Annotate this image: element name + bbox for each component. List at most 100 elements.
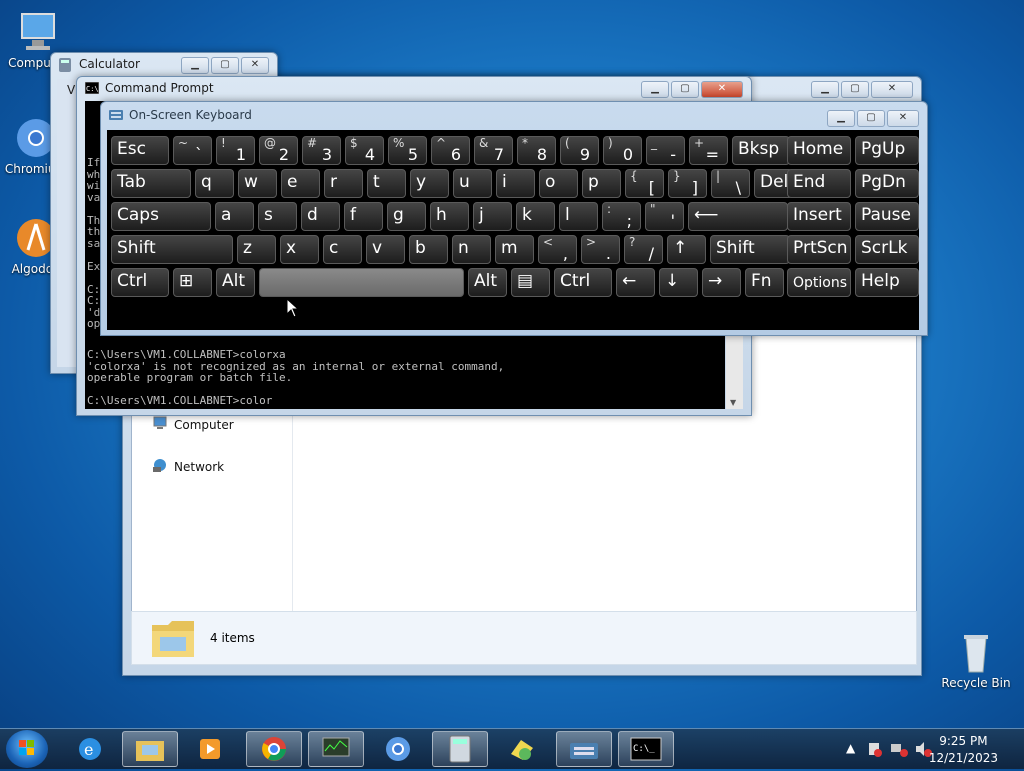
scroll-down-icon[interactable]: ▼ <box>730 398 736 407</box>
key-g[interactable]: g <box>387 202 426 231</box>
key-shift[interactable]: Shift <box>710 235 790 264</box>
key-2[interactable]: @2 <box>259 136 298 165</box>
key-pgup[interactable]: PgUp <box>855 136 919 165</box>
taskbar-media-player[interactable] <box>182 731 238 767</box>
key-p[interactable]: p <box>582 169 621 198</box>
taskbar-task-manager[interactable] <box>308 731 364 767</box>
taskbar-chromium[interactable] <box>370 731 426 767</box>
show-hidden-icons-button[interactable]: ▲ <box>846 741 855 755</box>
key-ctrl[interactable]: Ctrl <box>554 268 612 297</box>
close-button[interactable]: ✕ <box>701 81 743 98</box>
key-end[interactable]: End <box>787 169 851 198</box>
key-h[interactable]: h <box>430 202 469 231</box>
key-symbol[interactable]: ⟵ <box>688 202 788 231</box>
key-6[interactable]: ^ 6 <box>431 136 470 165</box>
on-screen-keyboard-window[interactable]: On-Screen Keyboard ▁ ▢ ✕ Esc ~ `! 1 @2 #3 $4% 5… <box>100 101 928 336</box>
key-space[interactable] <box>259 268 464 297</box>
key-a[interactable]: a <box>215 202 254 231</box>
key-f[interactable]: f <box>344 202 383 231</box>
taskbar-internet-explorer[interactable]: e <box>62 731 118 767</box>
taskbar-sync-center[interactable] <box>494 731 550 767</box>
start-button[interactable] <box>6 730 48 768</box>
key-symbol[interactable]: ~ ` <box>173 136 212 165</box>
nav-item-computer[interactable]: Computer <box>152 416 234 433</box>
key-w[interactable]: w <box>238 169 277 198</box>
key-1[interactable]: ! 1 <box>216 136 255 165</box>
key-t[interactable]: t <box>367 169 406 198</box>
key-symbol[interactable]: :; <box>602 202 641 231</box>
key-n[interactable]: n <box>452 235 491 264</box>
key-symbol[interactable]: ↓ <box>659 268 698 297</box>
desktop-icon-recycle-bin[interactable]: Recycle Bin <box>938 630 1014 690</box>
close-button[interactable]: ✕ <box>871 81 913 98</box>
key-symbol[interactable]: }] <box>668 169 707 198</box>
key-help[interactable]: Help <box>855 268 919 297</box>
key-symbol[interactable]: ← <box>616 268 655 297</box>
maximize-button[interactable]: ▢ <box>671 81 699 98</box>
key-o[interactable]: o <box>539 169 578 198</box>
taskbar-chrome[interactable] <box>246 731 302 767</box>
maximize-button[interactable]: ▢ <box>857 110 885 127</box>
key-x[interactable]: x <box>280 235 319 264</box>
minimize-button[interactable]: ▁ <box>827 110 855 127</box>
key-esc[interactable]: Esc <box>111 136 169 165</box>
key-symbol[interactable]: >. <box>581 235 620 264</box>
key-prtscn[interactable]: PrtScn <box>787 235 851 264</box>
action-center-icon[interactable] <box>866 741 882 760</box>
key-insert[interactable]: Insert <box>787 202 851 231</box>
key-caps[interactable]: Caps <box>111 202 211 231</box>
minimize-button[interactable]: ▁ <box>181 57 209 74</box>
close-button[interactable]: ✕ <box>241 57 269 74</box>
taskbar-on-screen-keyboard[interactable] <box>556 731 612 767</box>
network-status-icon[interactable] <box>890 741 908 760</box>
system-clock[interactable]: 9:25 PM 12/21/2023 <box>929 733 998 767</box>
key-s[interactable]: s <box>258 202 297 231</box>
key-symbol[interactable]: ? / <box>624 235 663 264</box>
key-symbol[interactable]: _ - <box>646 136 685 165</box>
nav-item-network[interactable]: Network <box>152 458 224 475</box>
key-b[interactable]: b <box>409 235 448 264</box>
taskbar-command-prompt[interactable]: C:\_ <box>618 731 674 767</box>
key-symbol[interactable]: ▤ <box>511 268 550 297</box>
key-alt[interactable]: Alt <box>468 268 507 297</box>
key-tab[interactable]: Tab <box>111 169 191 198</box>
key-l[interactable]: l <box>559 202 598 231</box>
key-y[interactable]: y <box>410 169 449 198</box>
key-m[interactable]: m <box>495 235 534 264</box>
key-3[interactable]: #3 <box>302 136 341 165</box>
key-e[interactable]: e <box>281 169 320 198</box>
maximize-button[interactable]: ▢ <box>211 57 239 74</box>
key-z[interactable]: z <box>237 235 276 264</box>
key-7[interactable]: & 7 <box>474 136 513 165</box>
taskbar-calculator[interactable] <box>432 731 488 767</box>
key-symbol[interactable]: | \ <box>711 169 750 198</box>
key-scrlk[interactable]: ScrLk <box>855 235 919 264</box>
key-8[interactable]: * 8 <box>517 136 556 165</box>
key-5[interactable]: % 5 <box>388 136 427 165</box>
key-home[interactable]: Home <box>787 136 851 165</box>
key-fn[interactable]: Fn <box>745 268 784 297</box>
maximize-button[interactable]: ▢ <box>841 81 869 98</box>
key-symbol[interactable]: <, <box>538 235 577 264</box>
minimize-button[interactable]: ▁ <box>641 81 669 98</box>
key-4[interactable]: $4 <box>345 136 384 165</box>
key-i[interactable]: i <box>496 169 535 198</box>
key-pgdn[interactable]: PgDn <box>855 169 919 198</box>
key-v[interactable]: v <box>366 235 405 264</box>
key-pause[interactable]: Pause <box>855 202 919 231</box>
key-r[interactable]: r <box>324 169 363 198</box>
minimize-button[interactable]: ▁ <box>811 81 839 98</box>
key-u[interactable]: u <box>453 169 492 198</box>
key-options[interactable]: Options <box>787 268 851 297</box>
key-ctrl[interactable]: Ctrl <box>111 268 169 297</box>
taskbar-windows-explorer[interactable] <box>122 731 178 767</box>
key-bksp[interactable]: Bksp <box>732 136 790 165</box>
key-c[interactable]: c <box>323 235 362 264</box>
key-symbol[interactable]: " ' <box>645 202 684 231</box>
close-button[interactable]: ✕ <box>887 110 919 127</box>
key-symbol[interactable]: {[ <box>625 169 664 198</box>
key-alt[interactable]: Alt <box>216 268 255 297</box>
key-symbol[interactable]: + = <box>689 136 728 165</box>
key-q[interactable]: q <box>195 169 234 198</box>
key-d[interactable]: d <box>301 202 340 231</box>
